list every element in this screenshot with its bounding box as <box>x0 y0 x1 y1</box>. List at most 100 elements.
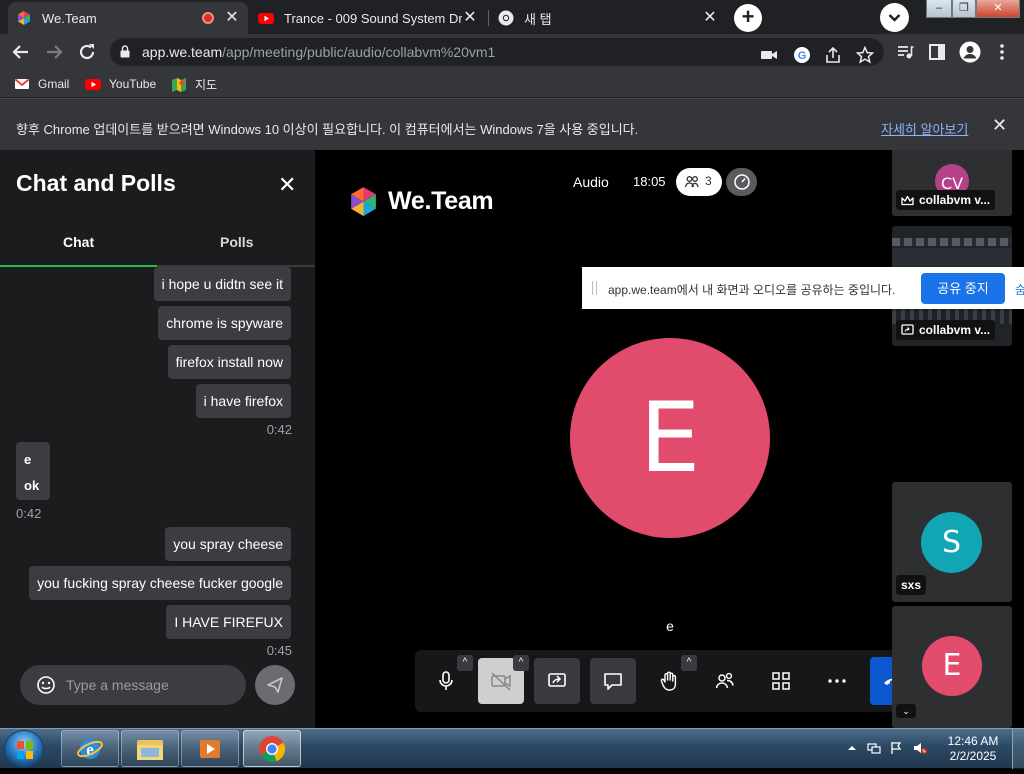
start-button[interactable] <box>4 730 44 768</box>
hide-banner-link[interactable]: 숨기기 <box>1015 281 1024 298</box>
side-panel-icon[interactable] <box>928 43 946 61</box>
screen-share-icon <box>901 324 914 335</box>
back-arrow-icon <box>12 45 28 59</box>
tab-chat[interactable]: Chat <box>63 234 94 250</box>
taskbar-media-player[interactable] <box>181 730 239 767</box>
infobar-close-icon[interactable]: ✕ <box>992 115 1007 136</box>
reactions-caret[interactable]: ^ <box>681 655 697 671</box>
raise-hand-icon <box>660 671 677 691</box>
chrome-icon <box>259 735 286 762</box>
participant-tile[interactable]: CV collabvm v... <box>892 150 1012 216</box>
screen-share-banner: app.we.team에서 내 화면과 오디오를 공유하는 중입니다. 공유 중… <box>582 267 1024 309</box>
svg-text:G: G <box>798 50 807 62</box>
back-button[interactable] <box>9 40 33 64</box>
participants-icon <box>684 176 699 188</box>
bookmark-youtube[interactable]: YouTube <box>85 76 156 92</box>
participants-count-button[interactable]: 3 <box>676 168 722 196</box>
layout-button[interactable] <box>758 658 804 704</box>
meeting-page: Chat and Polls ✕ Chat Polls i hope u did… <box>0 150 1024 728</box>
message-input[interactable] <box>66 675 236 695</box>
reload-button[interactable] <box>75 40 99 64</box>
youtube-favicon <box>258 13 274 24</box>
profile-avatar-icon[interactable] <box>959 41 981 63</box>
emoji-icon[interactable] <box>36 675 56 695</box>
host-crown-icon <box>901 195 914 205</box>
speedometer-icon <box>734 174 750 190</box>
send-button[interactable] <box>255 665 295 705</box>
message-list[interactable]: i hope u didtn see it chrome is spyware … <box>0 267 315 657</box>
reload-icon <box>79 44 95 60</box>
connection-speed-button[interactable] <box>726 168 757 196</box>
clock-time: 12:46 AM <box>947 734 999 748</box>
tab-title: We.Team <box>42 10 97 26</box>
chevron-down-icon[interactable]: ⌄ <box>896 704 916 718</box>
maximize-button[interactable]: ❐ <box>952 0 976 18</box>
youtube-icon <box>85 79 101 90</box>
browser-tab-strip: We.Team ✕ Trance - 009 Sound System Drea… <box>0 0 1024 34</box>
participant-name-label: collabvm v... <box>896 190 996 210</box>
incoming-message: e ok <box>16 442 50 500</box>
participants-sidebar: CV collabvm v... collabvm v... S sxs E ⌄ <box>892 150 1024 728</box>
drag-handle-icon[interactable] <box>592 281 597 295</box>
url-text: app.we.team/app/meeting/public/audio/col… <box>142 44 496 60</box>
close-tab-icon[interactable]: ✕ <box>462 10 478 26</box>
participant-name-label: collabvm v... <box>896 320 996 340</box>
tab-youtube[interactable]: Trance - 009 Sound System Dreamscape ✕ <box>250 2 486 34</box>
learn-more-link[interactable]: 자세히 알아보기 <box>881 119 968 138</box>
camera-in-use-icon[interactable] <box>760 46 778 64</box>
chat-icon <box>604 673 622 690</box>
message-text: e <box>24 452 32 467</box>
forward-button[interactable] <box>42 40 66 64</box>
bookmark-gmail[interactable]: Gmail <box>14 76 69 92</box>
minimize-button[interactable]: – <box>926 0 952 18</box>
chat-panel-title: Chat and Polls <box>16 170 176 196</box>
system-clock[interactable]: 12:46 AM 2/2/2025 <box>940 734 1006 764</box>
address-bar[interactable]: app.we.team/app/meeting/public/audio/col… <box>110 38 884 66</box>
volume-muted-icon[interactable] <box>913 741 927 755</box>
chat-toggle-button[interactable] <box>590 658 636 704</box>
google-translate-icon[interactable]: G <box>793 46 811 64</box>
participant-name-label: sxs <box>896 575 927 595</box>
stop-sharing-button[interactable]: 공유 중지 <box>921 273 1005 304</box>
close-tab-icon[interactable]: ✕ <box>702 10 718 26</box>
participant-tile[interactable]: E ⌄ <box>892 606 1012 728</box>
close-tab-icon[interactable]: ✕ <box>224 10 240 26</box>
taskbar-file-explorer[interactable] <box>121 730 179 767</box>
new-tab-button[interactable]: + <box>734 4 762 32</box>
outgoing-message: i hope u didtn see it <box>153 267 291 301</box>
weteam-favicon <box>18 11 30 25</box>
bookmark-star-icon[interactable] <box>856 46 874 64</box>
window-close-button[interactable]: ✕ <box>976 0 1020 18</box>
taskbar-internet-explorer[interactable]: e <box>61 730 119 767</box>
taskbar-chrome[interactable] <box>243 730 301 767</box>
bookmarks-bar: Gmail YouTube 지도 <box>0 70 1024 98</box>
show-desktop-button[interactable] <box>1012 729 1024 769</box>
more-options-button[interactable] <box>814 658 860 704</box>
audio-options-caret[interactable]: ^ <box>457 655 473 671</box>
screen-share-button[interactable] <box>534 658 580 704</box>
tab-polls[interactable]: Polls <box>220 234 253 250</box>
network-icon[interactable] <box>867 741 881 755</box>
screen-share-icon <box>548 673 566 687</box>
close-chat-icon[interactable]: ✕ <box>278 172 296 198</box>
brand-name: We.Team <box>388 187 494 215</box>
tab-weteam[interactable]: We.Team ✕ <box>8 2 248 34</box>
media-controls-icon[interactable] <box>896 43 914 61</box>
tab-search-button[interactable] <box>880 3 909 32</box>
outgoing-message: you spray cheese <box>165 527 291 561</box>
action-center-flag-icon[interactable] <box>889 741 903 755</box>
outgoing-message: you fucking spray cheese fucker google <box>29 566 291 600</box>
share-icon[interactable] <box>824 46 842 64</box>
camera-off-icon <box>491 672 511 691</box>
participant-tile[interactable]: S sxs <box>892 482 1012 602</box>
tab-title: Trance - 009 Sound System Dreamscape <box>284 10 462 26</box>
infobar-message: 향후 Chrome 업데이트를 받으려면 Windows 10 이상이 필요합니… <box>16 122 639 137</box>
tab-new-tab[interactable]: 새 탭 ✕ <box>490 2 726 34</box>
message-timestamp: 0:42 <box>266 422 292 437</box>
participants-button[interactable] <box>702 658 748 704</box>
meeting-timer: 18:05 <box>633 174 666 189</box>
video-options-caret[interactable]: ^ <box>513 655 529 671</box>
bookmark-maps[interactable]: 지도 <box>171 76 217 93</box>
chrome-menu-button[interactable] <box>990 40 1014 64</box>
show-hidden-icons-icon[interactable] <box>845 741 859 755</box>
